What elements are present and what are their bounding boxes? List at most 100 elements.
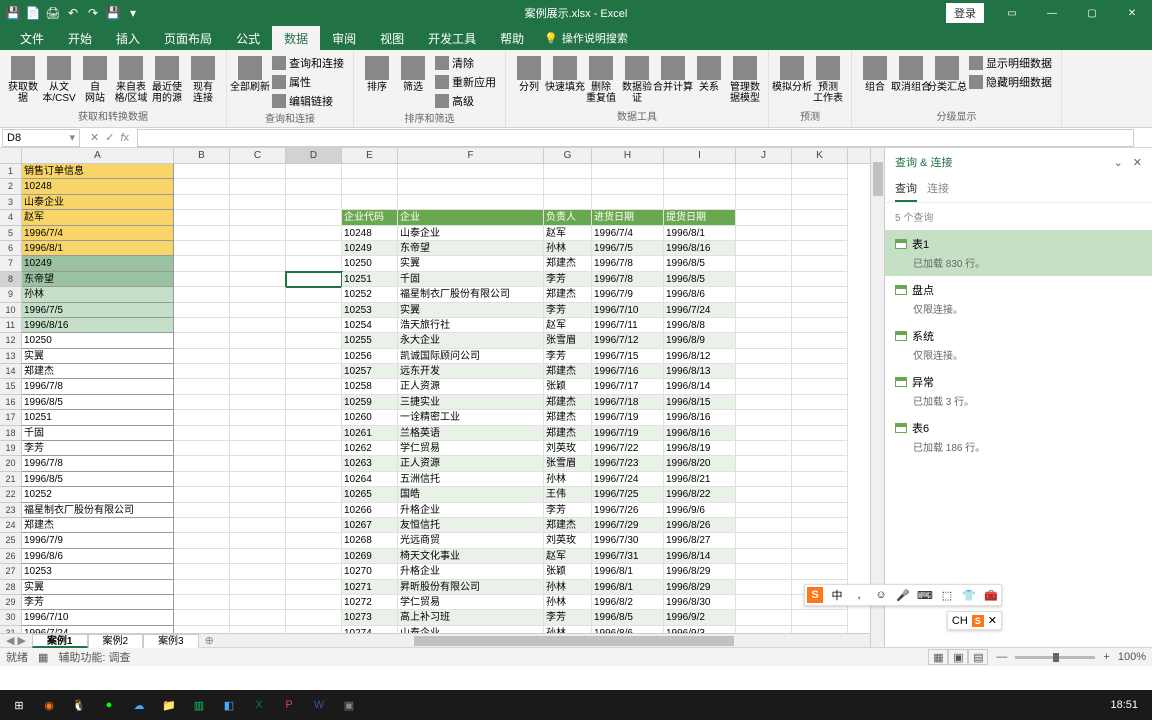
cell[interactable]: [230, 533, 286, 548]
cell[interactable]: [174, 364, 230, 379]
ribbon-button[interactable]: 取消组合: [894, 54, 928, 95]
cell[interactable]: [286, 549, 342, 564]
cell[interactable]: 赵军: [544, 549, 592, 564]
cell[interactable]: 1996/8/19: [664, 441, 736, 456]
cell[interactable]: 张颖: [544, 379, 592, 394]
sogou-icon[interactable]: S: [807, 587, 823, 603]
ribbon-tab-7[interactable]: 视图: [368, 26, 416, 50]
query-item[interactable]: 盘点仅限连接。: [885, 276, 1152, 322]
cell[interactable]: [792, 333, 848, 348]
cell[interactable]: [398, 195, 544, 210]
name-box[interactable]: D8▾: [2, 129, 80, 147]
cell[interactable]: [174, 503, 230, 518]
cell[interactable]: 10257: [342, 364, 398, 379]
cell[interactable]: [174, 549, 230, 564]
cell[interactable]: 张雪眉: [544, 456, 592, 471]
cell[interactable]: [736, 533, 792, 548]
cell[interactable]: [286, 580, 342, 595]
cell[interactable]: [736, 441, 792, 456]
undo-icon[interactable]: ↶: [64, 4, 82, 22]
ribbon-tab-9[interactable]: 帮助: [488, 26, 536, 50]
zoom-out-icon[interactable]: —: [996, 651, 1007, 663]
ribbon-tab-3[interactable]: 页面布局: [152, 26, 224, 50]
save-icon[interactable]: 📄: [24, 4, 42, 22]
cell[interactable]: [736, 256, 792, 271]
cell[interactable]: [174, 164, 230, 179]
ribbon-button[interactable]: 关系: [692, 54, 726, 95]
cell[interactable]: [286, 287, 342, 302]
cell[interactable]: [792, 518, 848, 533]
col-header-K[interactable]: K: [792, 148, 848, 163]
ribbon-button[interactable]: 现有连接: [186, 54, 220, 106]
cell[interactable]: 1996/7/5: [22, 303, 174, 318]
cell[interactable]: [230, 318, 286, 333]
cell[interactable]: [286, 318, 342, 333]
ribbon-small-button[interactable]: 编辑链接: [269, 92, 347, 110]
cell[interactable]: 升格企业: [398, 503, 544, 518]
cell[interactable]: 1996/7/10: [22, 610, 174, 625]
cell[interactable]: [736, 456, 792, 471]
cell[interactable]: 10263: [342, 456, 398, 471]
row-header[interactable]: 21: [0, 472, 22, 487]
cell[interactable]: [230, 256, 286, 271]
cell[interactable]: [286, 379, 342, 394]
cell[interactable]: [792, 503, 848, 518]
cell[interactable]: 10260: [342, 410, 398, 425]
cell[interactable]: [230, 472, 286, 487]
cell[interactable]: 1996/8/1: [592, 580, 664, 595]
row-header[interactable]: 20: [0, 456, 22, 471]
cell[interactable]: [230, 564, 286, 579]
chevron-down-icon[interactable]: ▾: [69, 131, 75, 144]
cell[interactable]: [174, 303, 230, 318]
cell[interactable]: [736, 595, 792, 610]
cell[interactable]: 兰格英语: [398, 426, 544, 441]
spreadsheet-grid[interactable]: ABCDEFGHIJK 1销售订单信息2102483山泰企业4赵军企业代码企业负…: [0, 148, 870, 647]
cell[interactable]: 刘英玫: [544, 441, 592, 456]
cell[interactable]: 郑建杰: [544, 518, 592, 533]
ribbon-button[interactable]: 从文本/CSV: [42, 54, 76, 106]
cell[interactable]: 销售订单信息: [22, 164, 174, 179]
cell[interactable]: [230, 518, 286, 533]
row-header[interactable]: 29: [0, 595, 22, 610]
row-header[interactable]: 13: [0, 349, 22, 364]
cell[interactable]: 1996/8/14: [664, 549, 736, 564]
cell[interactable]: [286, 210, 342, 225]
ribbon-button[interactable]: 筛选: [396, 54, 430, 95]
cell[interactable]: 东帝望: [398, 241, 544, 256]
cell[interactable]: 浩天旅行社: [398, 318, 544, 333]
col-header-F[interactable]: F: [398, 148, 544, 163]
cell[interactable]: [592, 164, 664, 179]
cell[interactable]: 1996/8/16: [22, 318, 174, 333]
cell[interactable]: 1996/8/26: [664, 518, 736, 533]
cell[interactable]: 李芳: [544, 349, 592, 364]
cell[interactable]: [230, 580, 286, 595]
cell[interactable]: 1996/7/29: [592, 518, 664, 533]
cell[interactable]: [230, 210, 286, 225]
cell[interactable]: [174, 210, 230, 225]
cell[interactable]: [174, 472, 230, 487]
cell[interactable]: 1996/7/9: [592, 287, 664, 302]
row-header[interactable]: 22: [0, 487, 22, 502]
cell[interactable]: [230, 379, 286, 394]
cell[interactable]: 凯诚国际顾问公司: [398, 349, 544, 364]
cell[interactable]: [174, 595, 230, 610]
cell[interactable]: 孙林: [544, 580, 592, 595]
cell[interactable]: [792, 349, 848, 364]
cell[interactable]: 10259: [342, 395, 398, 410]
cell[interactable]: [230, 195, 286, 210]
grid-body[interactable]: 1销售订单信息2102483山泰企业4赵军企业代码企业负责人进货日期提货日期51…: [0, 164, 870, 633]
cell[interactable]: 1996/7/5: [592, 241, 664, 256]
row-header[interactable]: 14: [0, 364, 22, 379]
cell[interactable]: 1996/7/24: [592, 472, 664, 487]
row-header[interactable]: 31: [0, 626, 22, 633]
cell[interactable]: [286, 333, 342, 348]
ime-punct-icon[interactable]: ,: [851, 587, 867, 603]
cell[interactable]: [230, 241, 286, 256]
cell[interactable]: [286, 256, 342, 271]
cell[interactable]: 10274: [342, 626, 398, 633]
cell[interactable]: 10253: [342, 303, 398, 318]
row-header[interactable]: 15: [0, 379, 22, 394]
ime-keyboard-icon[interactable]: ⌨: [917, 587, 933, 603]
ribbon-button[interactable]: 管理数据模型: [728, 54, 762, 106]
cell[interactable]: 1996/7/11: [592, 318, 664, 333]
